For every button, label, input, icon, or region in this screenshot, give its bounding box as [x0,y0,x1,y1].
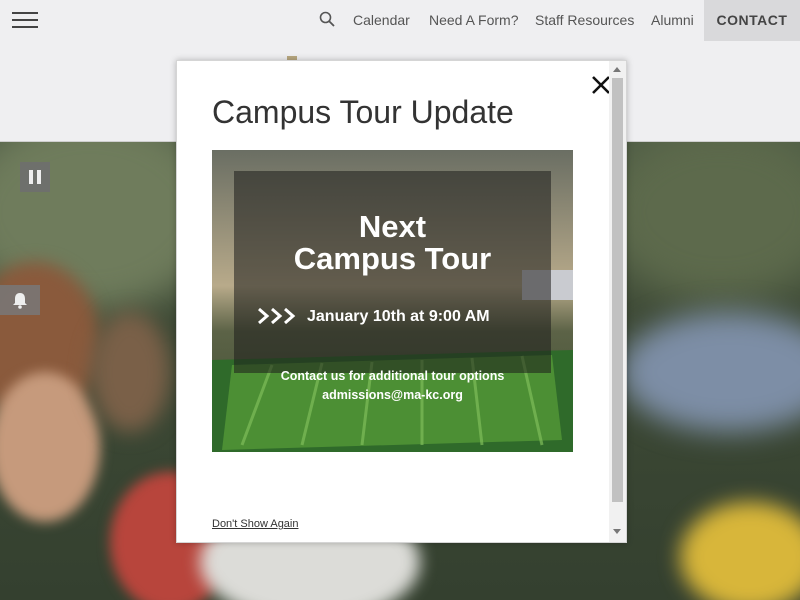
flyer-heading-line1: Next [358,209,427,244]
campus-tour-flyer: Next Campus Tour January 10th at 9:00 AM… [212,150,573,452]
bell-button[interactable] [0,285,40,315]
campus-tour-modal: Campus Tour Update Next Campus Tour Janu… [176,60,627,543]
flyer-date: January 10th at 9:00 AM [307,308,490,325]
scroll-up-icon[interactable] [613,67,621,72]
scroll-thumb[interactable] [612,78,623,502]
scroll-down-icon[interactable] [613,529,621,534]
pause-button[interactable] [20,162,50,192]
top-navigation: Calendar Need A Form? Staff Resources Al… [0,0,800,41]
hamburger-icon[interactable] [12,12,38,29]
flyer-email: admissions@ma-kc.org [322,388,463,402]
dont-show-again-link[interactable]: Don't Show Again [212,518,299,530]
flyer-contact-line: Contact us for additional tour options [280,369,505,383]
chevrons-right-icon [258,307,296,325]
modal-scrollbar[interactable] [609,61,626,542]
modal-title: Campus Tour Update [212,94,514,130]
nav-link-need-a-form[interactable]: Need A Form? [429,12,519,28]
nav-link-calendar[interactable]: Calendar [353,12,410,28]
bell-icon [13,293,27,309]
search-icon[interactable] [319,11,335,27]
contact-button[interactable]: CONTACT [704,0,800,41]
nav-link-staff-resources[interactable]: Staff Resources [535,12,634,28]
flyer-heading-line2: Campus Tour [293,241,492,276]
nav-link-alumni[interactable]: Alumni [651,12,694,28]
